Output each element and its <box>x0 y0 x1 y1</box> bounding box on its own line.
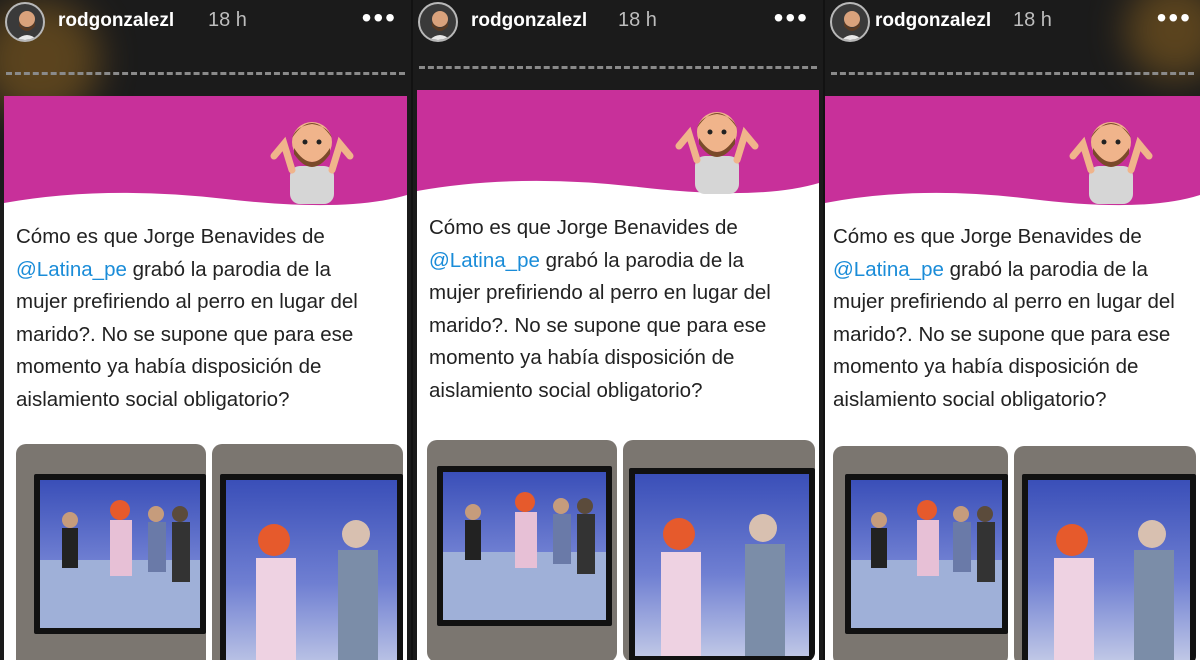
tv-image <box>220 474 403 660</box>
tweet-photo-left[interactable] <box>427 440 617 660</box>
post-time: 18 h <box>618 9 657 31</box>
avatar[interactable] <box>830 2 870 42</box>
story-progress-bar <box>419 66 817 69</box>
tweet-line: @Latina_pe grabó la parodia de la <box>16 254 395 287</box>
username[interactable]: rodgonzalezl <box>471 10 587 32</box>
more-horizontal-icon[interactable]: ••• <box>774 0 809 36</box>
tweet-line: momento ya había disposición de <box>833 355 1139 378</box>
card-header <box>417 90 819 203</box>
tweet-line: aislamiento social obligatorio? <box>833 387 1107 411</box>
tweet-card: Cómo es que Jorge Benavides de @Latina_p… <box>417 90 819 660</box>
tweet-line: marido?. No se supone que para ese <box>16 322 354 346</box>
tweet-line-rest: grabó la parodia de la <box>126 257 331 281</box>
tv-image <box>845 474 1008 634</box>
mention-link[interactable]: @Latina_pe <box>833 258 944 281</box>
tweet-line: @Latina_pe grabó la parodia de la <box>833 254 1196 287</box>
tweet-line: momento ya había disposición de <box>16 355 322 378</box>
story-progress-bar <box>6 72 405 75</box>
tweet-line: momento ya había disposición de <box>429 346 735 369</box>
shrug-emoji-icon <box>270 122 354 204</box>
avatar[interactable] <box>418 2 458 42</box>
tv-image <box>629 468 815 660</box>
tweet-line: Cómo es que Jorge Benavides de <box>429 216 738 239</box>
tweet-line: aislamiento social obligatorio? <box>429 378 703 402</box>
tweet-card: Cómo es que Jorge Benavides de @Latina_p… <box>825 96 1200 660</box>
tv-image <box>1022 474 1196 660</box>
story-header: rodgonzalezl 18 h ••• <box>825 0 1200 52</box>
tweet-line: marido?. No se supone que para ese <box>833 322 1171 346</box>
card-header <box>825 96 1200 215</box>
avatar[interactable] <box>5 2 45 42</box>
tweet-line: mujer prefiriendo al perro en lugar del <box>429 281 771 304</box>
shrug-emoji-icon <box>1069 122 1153 204</box>
more-horizontal-icon[interactable]: ••• <box>1157 0 1192 36</box>
username[interactable]: rodgonzalezl <box>58 10 174 32</box>
tweet-line-rest: grabó la parodia de la <box>943 257 1148 281</box>
mention-link[interactable]: @Latina_pe <box>16 258 127 281</box>
tweet-photo-left[interactable] <box>16 444 206 660</box>
tweet-line-rest: grabó la parodia de la <box>539 248 744 272</box>
tweet-line: aislamiento social obligatorio? <box>16 387 290 411</box>
story-panel-1: rodgonzalezl 18 h ••• Cómo es que Jorge … <box>0 0 411 660</box>
story-panel-3: rodgonzalezl 18 h ••• Cómo es que Jorge … <box>825 0 1200 660</box>
tweet-line: mujer prefiriendo al perro en lugar del <box>833 290 1175 313</box>
card-header <box>4 96 407 215</box>
shrug-emoji-icon <box>675 112 759 194</box>
post-time: 18 h <box>1013 9 1052 31</box>
post-time: 18 h <box>208 9 247 31</box>
tv-image <box>437 466 612 626</box>
story-panel-2: rodgonzalezl 18 h ••• Cómo es que Jorge … <box>413 0 823 660</box>
tweet-photo-right[interactable] <box>1014 446 1196 660</box>
tweet-line: @Latina_pe grabó la parodia de la <box>429 245 807 278</box>
tweet-text: Cómo es que Jorge Benavides de @Latina_p… <box>833 221 1196 416</box>
tweet-card: Cómo es que Jorge Benavides de @Latina_p… <box>4 96 407 660</box>
tweet-line: mujer prefiriendo al perro en lugar del <box>16 290 358 313</box>
mention-link[interactable]: @Latina_pe <box>429 249 540 272</box>
tweet-photo-right[interactable] <box>623 440 815 660</box>
tv-image <box>34 474 206 634</box>
tweet-photo-left[interactable] <box>833 446 1008 660</box>
tweet-text: Cómo es que Jorge Benavides de @Latina_p… <box>16 221 395 416</box>
tweet-line: Cómo es que Jorge Benavides de <box>16 225 325 248</box>
story-header: rodgonzalezl 18 h ••• <box>0 0 411 52</box>
username[interactable]: rodgonzalezl <box>875 10 991 32</box>
tweet-line: marido?. No se supone que para ese <box>429 313 767 337</box>
tweet-text: Cómo es que Jorge Benavides de @Latina_p… <box>429 212 807 407</box>
tweet-line: Cómo es que Jorge Benavides de <box>833 225 1142 248</box>
tweet-photo-right[interactable] <box>212 444 403 660</box>
story-progress-bar <box>831 72 1194 75</box>
story-header: rodgonzalezl 18 h ••• <box>413 0 823 52</box>
more-horizontal-icon[interactable]: ••• <box>362 0 397 36</box>
